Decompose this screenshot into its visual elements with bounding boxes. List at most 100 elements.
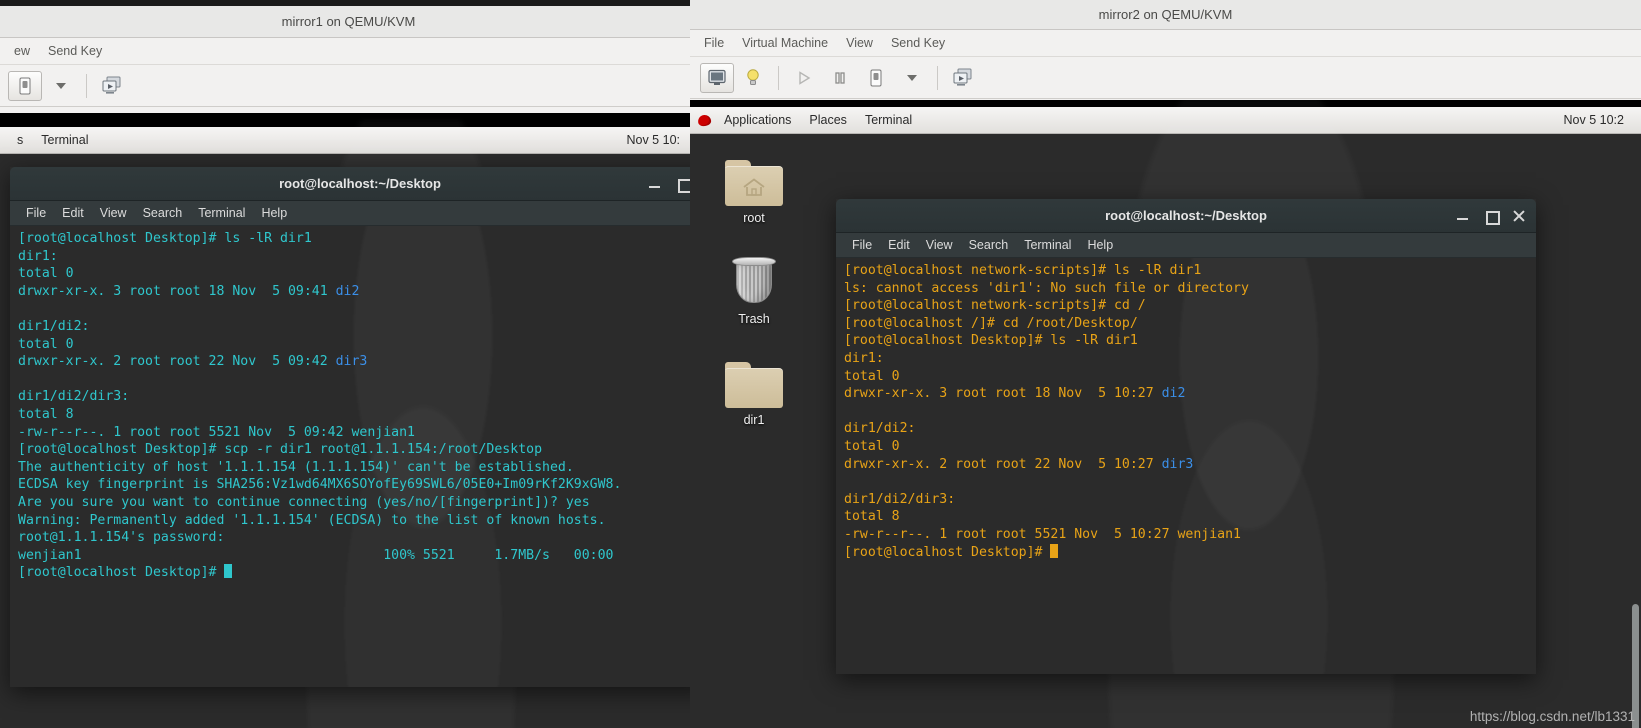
directory-name: di2 (1161, 386, 1186, 402)
desktop-icon-dir1[interactable]: dir1 (704, 350, 804, 427)
terminal-cursor (1050, 543, 1059, 558)
desktop-icon-trash[interactable]: Trash (704, 249, 804, 326)
screenshot-icon-glyph (19, 77, 31, 94)
menu-item-file[interactable]: File (695, 33, 733, 53)
toolbar-separator (86, 73, 87, 98)
right-window-titlebar[interactable]: mirror2 on QEMU/KVM (690, 0, 1641, 30)
menu-item-view[interactable]: View (837, 33, 882, 53)
desktop-icon-root[interactable]: root (704, 148, 804, 225)
menu-item-send-key[interactable]: Send Key (882, 33, 954, 53)
lightbulb-icon-glyph (747, 68, 759, 85)
folder-shape (725, 362, 783, 408)
right-terminal-window-controls[interactable] (1456, 199, 1526, 233)
left-terminal-window-controls[interactable] (648, 167, 692, 201)
left-vm-window[interactable]: mirror1 on QEMU/KVM ew Send Key s Termin… (0, 0, 697, 728)
panel-clock[interactable]: Nov 5 10: (617, 131, 689, 149)
terminal-menu-file[interactable]: File (844, 236, 880, 254)
home-folder-icon (704, 148, 804, 206)
panel-applications-menu[interactable]: Applications (715, 111, 800, 129)
directory-name: di2 (335, 283, 360, 299)
terminal-menu-file[interactable]: File (18, 204, 54, 222)
trash-icon (704, 249, 804, 307)
screenshot-icon[interactable] (8, 70, 42, 101)
right-terminal-titlebar[interactable]: root@localhost:~/Desktop (836, 199, 1536, 233)
maximize-icon[interactable] (1484, 209, 1500, 225)
console-icon[interactable] (95, 71, 129, 101)
close-icon[interactable] (1512, 209, 1526, 223)
menu-item-virtual-machine[interactable]: Virtual Machine (733, 33, 837, 53)
fullscreen-icon-glyph (953, 68, 972, 86)
guest-scrollbar[interactable] (1630, 134, 1641, 728)
folder-body (725, 368, 783, 408)
right-vm-window[interactable]: mirror2 on QEMU/KVM File Virtual Machine… (690, 0, 1641, 728)
toolbar-separator-1 (778, 65, 779, 90)
watermark-text: https://blog.csdn.net/lb1331 (1469, 709, 1635, 724)
left-terminal-body[interactable]: [root@localhost Desktop]# ls -lR dir1 di… (10, 226, 697, 687)
left-window-menubar[interactable]: ew Send Key (0, 38, 697, 65)
terminal-menu-edit[interactable]: Edit (880, 236, 918, 254)
pause-icon[interactable] (823, 63, 857, 93)
left-terminal-menubar[interactable]: File Edit View Search Terminal Help (10, 201, 697, 226)
console-view-icon[interactable] (700, 62, 734, 93)
caret-glyph (907, 74, 917, 81)
left-window-title: mirror1 on QEMU/KVM (281, 14, 416, 29)
terminal-menu-view[interactable]: View (918, 236, 961, 254)
dropdown-caret-icon[interactable] (44, 71, 78, 101)
panel-places-menu[interactable]: Places (800, 111, 856, 129)
panel-applications-partial[interactable]: s (8, 131, 32, 149)
right-terminal-output: [root@localhost network-scripts]# ls -lR… (844, 263, 1249, 560)
screenshot-icon[interactable] (859, 63, 893, 93)
right-terminal-title: root@localhost:~/Desktop (1105, 208, 1267, 223)
menu-item-view-partial[interactable]: ew (5, 41, 39, 61)
directory-name: dir3 (335, 354, 368, 370)
right-window-menubar[interactable]: File Virtual Machine View Send Key (690, 30, 1641, 57)
left-window-toolbar[interactable] (0, 65, 697, 107)
fullscreen-icon[interactable] (946, 63, 980, 93)
pause-icon-glyph (835, 71, 845, 84)
terminal-menu-view[interactable]: View (92, 204, 135, 222)
right-window-title: mirror2 on QEMU/KVM (1098, 7, 1233, 22)
terminal-menu-help[interactable]: Help (253, 204, 295, 222)
run-icon-glyph (799, 70, 811, 85)
panel-terminal-menu[interactable]: Terminal (856, 111, 921, 129)
directory-name: dir3 (1161, 456, 1194, 472)
left-terminal-title: root@localhost:~/Desktop (279, 176, 441, 191)
console-icon-glyph (102, 76, 121, 94)
left-window-top-shadow (0, 0, 697, 6)
panel-clock[interactable]: Nov 5 10:2 (1555, 111, 1633, 129)
right-terminal-body[interactable]: [root@localhost network-scripts]# ls -lR… (836, 258, 1536, 674)
desktop-icon-label: root (743, 211, 765, 225)
terminal-menu-help[interactable]: Help (1079, 236, 1121, 254)
trash-lid (732, 257, 776, 266)
left-window-titlebar[interactable]: mirror1 on QEMU/KVM (0, 6, 697, 38)
dropdown-caret-icon[interactable] (895, 63, 929, 93)
trash-shape (732, 255, 776, 307)
terminal-menu-terminal[interactable]: Terminal (1016, 236, 1079, 254)
left-terminal-titlebar[interactable]: root@localhost:~/Desktop (10, 167, 697, 201)
minimize-icon[interactable] (648, 177, 662, 191)
terminal-menu-edit[interactable]: Edit (54, 204, 92, 222)
terminal-menu-search[interactable]: Search (135, 204, 191, 222)
maximize-icon[interactable] (676, 177, 692, 193)
right-terminal-menubar[interactable]: File Edit View Search Terminal Help (836, 233, 1536, 258)
caret-glyph (56, 82, 66, 89)
terminal-menu-terminal[interactable]: Terminal (190, 204, 253, 222)
right-window-toolbar[interactable] (690, 57, 1641, 99)
panel-terminal-menu[interactable]: Terminal (32, 131, 97, 149)
house-glyph-icon (743, 178, 765, 196)
right-gnome-terminal[interactable]: root@localhost:~/Desktop File Edit View … (836, 199, 1536, 674)
left-guest-screen[interactable]: s Terminal Nov 5 10: root@localhost:~/De… (0, 113, 697, 728)
details-lightbulb-icon[interactable] (736, 63, 770, 93)
right-guest-screen[interactable]: Applications Places Terminal Nov 5 10:2 (690, 100, 1641, 728)
screenshot-root: mirror1 on QEMU/KVM ew Send Key s Termin… (0, 0, 1641, 728)
menu-item-send-key[interactable]: Send Key (39, 41, 111, 61)
left-terminal-output: [root@localhost Desktop]# ls -lR dir1 di… (18, 231, 622, 581)
terminal-menu-search[interactable]: Search (961, 236, 1017, 254)
desktop-icon-list: root Trash dir1 (704, 148, 804, 451)
folder-icon (704, 350, 804, 408)
minimize-icon[interactable] (1456, 209, 1470, 223)
trash-can (736, 263, 772, 303)
left-gnome-terminal[interactable]: root@localhost:~/Desktop File Edit View … (10, 167, 697, 687)
run-icon (787, 63, 821, 93)
redhat-logo-icon (697, 113, 712, 127)
